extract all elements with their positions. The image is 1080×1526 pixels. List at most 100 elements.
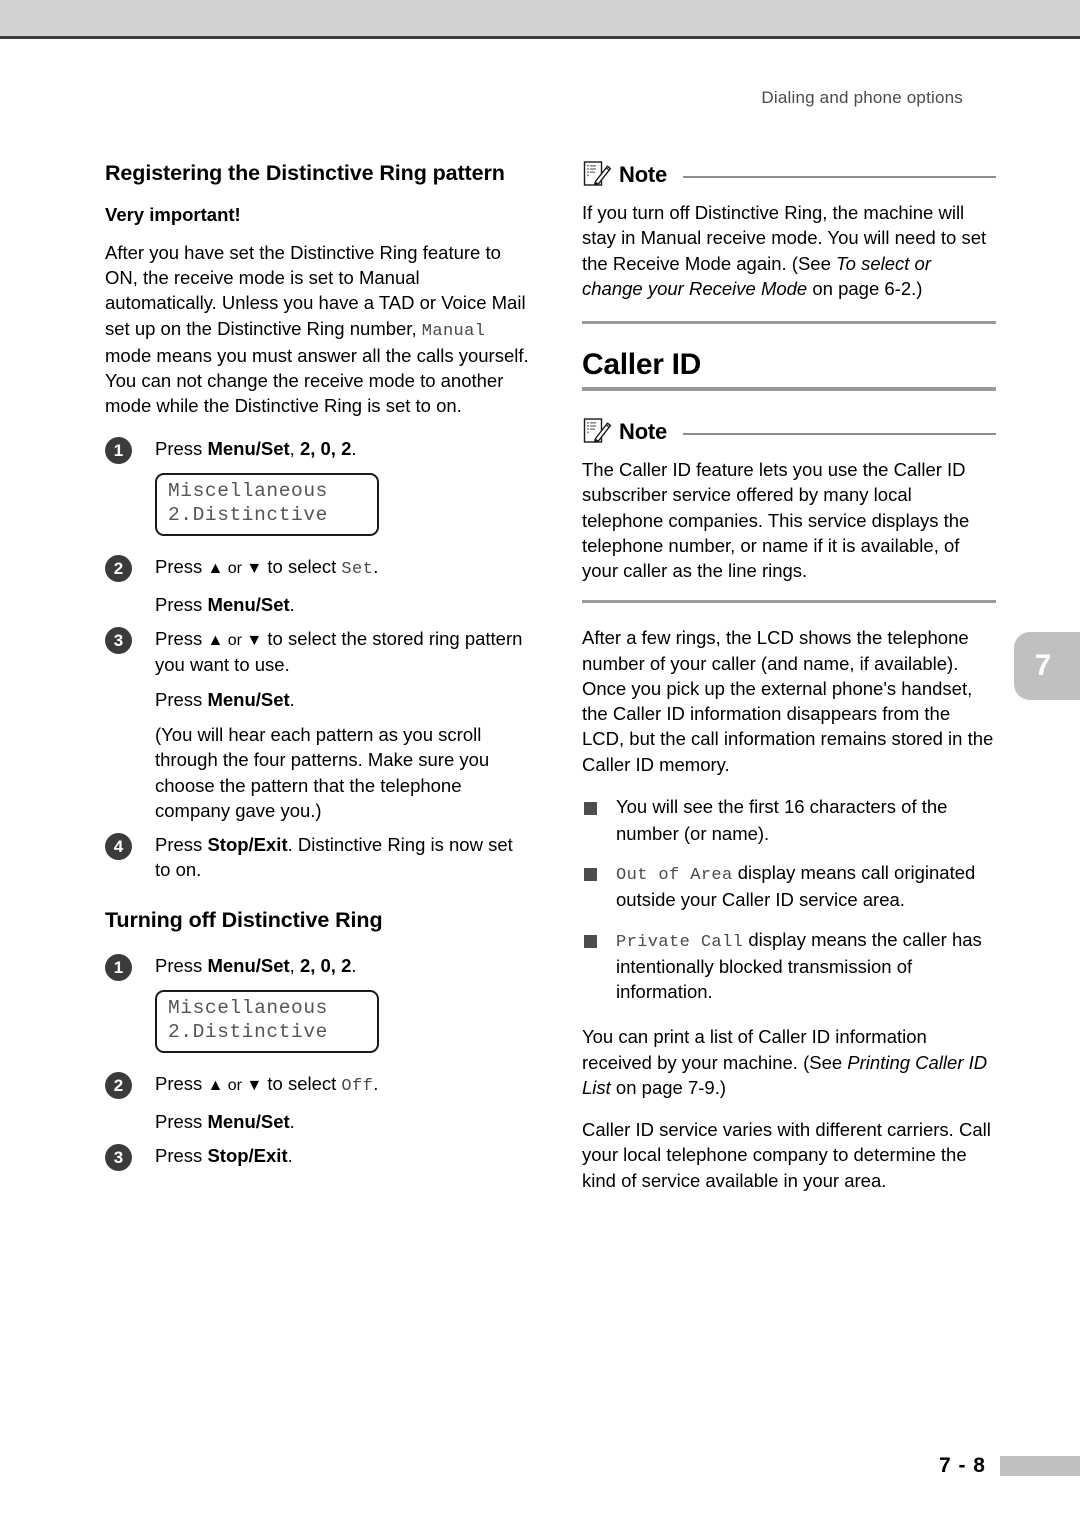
lcd-term: Off — [341, 1077, 374, 1097]
step-item: 4 Press Stop/Exit. Distinctive Ring is n… — [105, 832, 529, 883]
lcd-term: Set — [341, 560, 374, 580]
square-bullet-icon — [584, 934, 597, 948]
step-number-marker: 2 — [105, 555, 132, 583]
right-column: Note If you turn off Distinctive Ring, t… — [582, 160, 996, 1210]
step-number-marker: 3 — [105, 626, 132, 654]
step-item: 3 Press ▲ or ▼ to select the stored ring… — [105, 626, 529, 823]
note-1-italic-lead: To — [836, 252, 856, 274]
step-pre: Press — [155, 437, 208, 459]
note-separator — [582, 600, 996, 604]
chapter-tab: 7 — [1014, 632, 1080, 700]
list-item: Out of Area display means call originate… — [582, 860, 996, 912]
key-digits: 2, 0, 2 — [299, 437, 352, 459]
step-text-secondary: Press Menu/Set. — [155, 1109, 529, 1134]
step-mid: to select — [262, 556, 342, 578]
step-tail: . — [351, 954, 357, 976]
step-tail: . — [351, 437, 357, 459]
step-item: 2 Press ▲ or ▼ to select Off. Press Menu… — [105, 1071, 529, 1133]
intro-mono-term: Manual — [421, 321, 486, 341]
step-text-secondary: Press Menu/Set. — [155, 592, 529, 617]
page-footer: 7 - 8 — [939, 1454, 1080, 1478]
lcd-line-1: Miscellaneous — [168, 996, 328, 1019]
key-label: Menu/Set — [207, 437, 290, 459]
step-tail: . — [373, 556, 379, 578]
square-bullet-icon — [584, 801, 597, 815]
key-label: Stop/Exit — [207, 1144, 288, 1166]
step-mid: to select — [262, 1073, 342, 1095]
step-pre: Press — [155, 627, 208, 649]
step-pre: Press — [155, 1110, 208, 1132]
step-pre: Press — [155, 1073, 208, 1095]
running-header: Dialing and phone options — [761, 88, 963, 107]
step-item: 1 Press Menu/Set, 2, 0, 2. — [105, 436, 529, 464]
step-text-secondary: Press Menu/Set. — [155, 687, 529, 712]
step-tail: . — [289, 688, 295, 710]
very-important-subtitle: Very important! — [105, 203, 241, 225]
step-text: Press Menu/Set, 2, 0, 2. — [155, 436, 529, 461]
step-tail: . — [373, 1073, 379, 1095]
step-text: Press ▲ or ▼ to select Set. — [155, 554, 529, 581]
step-post: , — [289, 954, 300, 976]
lcd-display: Miscellaneous 2.Distinctive — [155, 472, 379, 537]
up-down-arrow-icon: ▲ or ▼ — [207, 1077, 263, 1095]
step-item: 3 Press Stop/Exit. — [105, 1143, 529, 1171]
up-down-arrow-icon: ▲ or ▼ — [207, 560, 263, 578]
lcd-line-2: 2.Distinctive — [168, 503, 328, 526]
key-label: Menu/Set — [207, 954, 290, 976]
lcd-line-1: Miscellaneous — [168, 479, 328, 502]
step-pre: Press — [155, 954, 208, 976]
note-rule — [683, 176, 996, 178]
step-number-marker: 1 — [105, 953, 132, 981]
bullet-mono-term: Private Call — [616, 932, 744, 952]
lcd-line-2: 2.Distinctive — [168, 1020, 328, 1043]
step-number-marker: 3 — [105, 1143, 132, 1171]
print-list-paragraph: You can print a list of Caller ID inform… — [582, 1024, 996, 1100]
bullet-body: You will see the first 16 characters of … — [616, 795, 948, 844]
chapter-tab-number: 7 — [1034, 649, 1052, 682]
note-label: Note — [619, 162, 668, 187]
note-2-text: The Caller ID feature lets you use the C… — [582, 459, 970, 581]
step-tail: . — [287, 1144, 293, 1166]
list-item: You will see the first 16 characters of … — [582, 794, 996, 846]
step-number-marker: 2 — [105, 1072, 132, 1100]
note-1-text: If you turn off Distinctive Ring, the ma… — [582, 200, 996, 301]
bullet-text: You will see the first 16 characters of … — [616, 794, 996, 846]
key-label: Menu/Set — [207, 1110, 290, 1132]
step-tail: . — [289, 1110, 295, 1132]
note-pencil-icon — [582, 417, 612, 447]
step-pre: Press — [155, 593, 208, 615]
step-item: 2 Press ▲ or ▼ to select Set. Press Menu… — [105, 554, 529, 616]
key-label: Menu/Set — [207, 593, 290, 615]
page-number: 7 - 8 — [938, 1454, 986, 1477]
print-list-part-b: on page 7-9.) — [610, 1076, 726, 1098]
note-header: Note — [582, 417, 996, 447]
step-note-paren: (You will hear each pattern as you scrol… — [155, 724, 490, 821]
footer-bar — [1000, 1456, 1080, 1476]
turning-off-title: Turning off Distinctive Ring — [105, 907, 383, 932]
bullet-text: Out of Area display means call originate… — [616, 860, 996, 912]
note-separator — [582, 321, 996, 324]
step-text: Press Stop/Exit. Distinctive Ring is now… — [155, 832, 529, 883]
carriers-paragraph: Caller ID service varies with different … — [582, 1119, 991, 1191]
step-pre: Press — [155, 688, 208, 710]
intro-paragraph: After you have set the Distinctive Ring … — [105, 240, 529, 419]
note-header: Note — [582, 160, 996, 190]
step-text: Press ▲ or ▼ to select the stored ring p… — [155, 626, 529, 677]
key-digits: 2, 0, 2 — [299, 954, 352, 976]
note-pencil-icon — [582, 160, 612, 190]
step-item: 1 Press Menu/Set, 2, 0, 2. — [105, 953, 529, 981]
bullet-mono-term: Out of Area — [616, 866, 733, 886]
step-tail: . — [289, 593, 295, 615]
intro-text-part2: mode means you must answer all the calls… — [105, 344, 529, 417]
step-post: , — [289, 437, 300, 459]
caller-id-lcd-paragraph: After a few rings, the LCD shows the tel… — [582, 627, 994, 775]
note-1-part-b: on page 6-2.) — [807, 277, 923, 299]
left-column: Registering the Distinctive Ring pattern… — [105, 160, 529, 1177]
key-label: Menu/Set — [207, 688, 290, 710]
step-pre: Press — [155, 556, 208, 578]
step-text: Press Menu/Set, 2, 0, 2. — [155, 953, 529, 978]
lcd-display: Miscellaneous 2.Distinctive — [155, 989, 379, 1054]
step-text: Press ▲ or ▼ to select Off. — [155, 1071, 529, 1098]
note-rule — [683, 433, 996, 435]
up-down-arrow-icon: ▲ or ▼ — [207, 631, 263, 649]
